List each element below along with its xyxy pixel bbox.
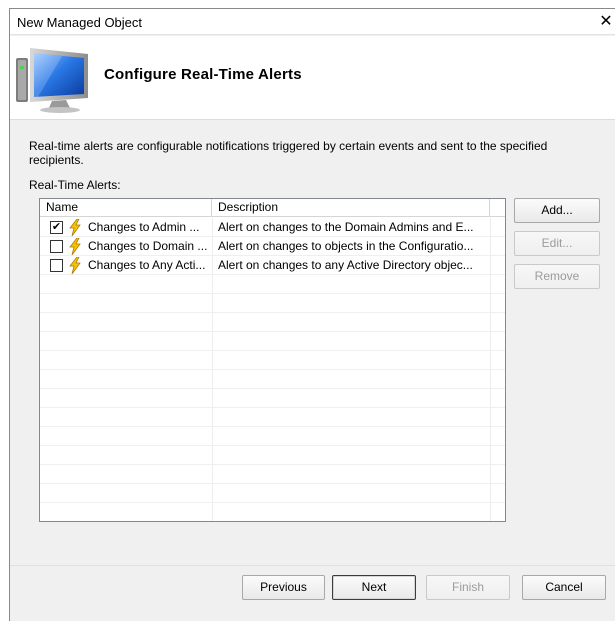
alert-name: Changes to Admin ...: [88, 220, 200, 234]
empty-row: [40, 370, 505, 389]
previous-button[interactable]: Previous: [242, 575, 325, 600]
page-description: Real-time alerts are configurable notifi…: [29, 139, 548, 167]
empty-row: [40, 427, 505, 446]
wizard-header: Configure Real-Time Alerts: [10, 36, 615, 120]
computer-monitor-icon: [16, 48, 88, 113]
column-header-description[interactable]: Description: [212, 199, 490, 217]
remove-alert-button[interactable]: Remove: [514, 264, 600, 289]
empty-row: [40, 332, 505, 351]
title-bar[interactable]: New Managed Object ✕: [10, 9, 615, 35]
table-row[interactable]: Changes to Domain ... Alert on changes t…: [40, 237, 505, 256]
add-alert-button[interactable]: Add...: [514, 198, 600, 223]
finish-button[interactable]: Finish: [426, 575, 510, 600]
table-row[interactable]: ✔ Changes to Admin ... Alert on changes …: [40, 218, 505, 237]
close-icon[interactable]: ✕: [597, 11, 615, 33]
empty-row: [40, 446, 505, 465]
empty-row: [40, 313, 505, 332]
empty-row: [40, 351, 505, 370]
footer-divider: [10, 565, 615, 566]
alert-description: Alert on changes to the Domain Admins an…: [218, 220, 474, 234]
table-row[interactable]: Changes to Any Acti... Alert on changes …: [40, 256, 505, 275]
listview-header: Name Description: [40, 199, 505, 217]
alerts-list-label: Real-Time Alerts:: [29, 178, 121, 192]
alert-description: Alert on changes to objects in the Confi…: [218, 239, 474, 253]
empty-row: [40, 294, 505, 313]
column-header-filler: [490, 199, 505, 217]
listview-body: ✔ Changes to Admin ... Alert on changes …: [40, 218, 505, 521]
window-title: New Managed Object: [17, 15, 143, 30]
alert-description: Alert on changes to any Active Directory…: [218, 258, 473, 272]
empty-row: [40, 408, 505, 427]
column-header-name[interactable]: Name: [40, 199, 212, 217]
cancel-button[interactable]: Cancel: [522, 575, 606, 600]
alerts-listview[interactable]: Name Description ✔ Changes to Admin ... …: [39, 198, 506, 522]
next-button[interactable]: Next: [332, 575, 416, 600]
empty-row: [40, 389, 505, 408]
empty-row: [40, 503, 505, 521]
alert-name: Changes to Any Acti...: [88, 258, 206, 272]
page-title: Configure Real-Time Alerts: [104, 66, 302, 83]
empty-row: [40, 275, 505, 294]
empty-row: [40, 484, 505, 503]
empty-row: [40, 465, 505, 484]
wizard-window: New Managed Object ✕ Configure Real-Time…: [9, 8, 615, 621]
edit-alert-button[interactable]: Edit...: [514, 231, 600, 256]
alert-name: Changes to Domain ...: [88, 239, 208, 253]
